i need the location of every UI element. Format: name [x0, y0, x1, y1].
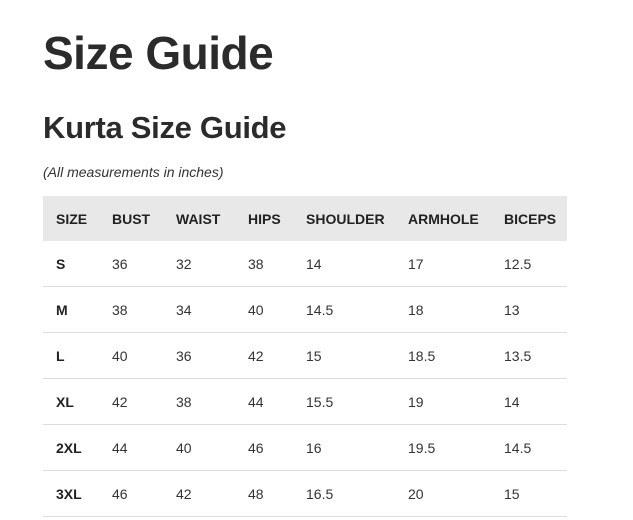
table-row: XL 42 38 44 15.5 19 14: [43, 378, 567, 425]
waist-cell: 34: [163, 286, 235, 333]
biceps-cell: 13.5: [491, 332, 567, 379]
hips-cell: 40: [235, 286, 293, 333]
armhole-cell: 19: [395, 378, 491, 425]
header-bust: BUST: [99, 196, 163, 241]
biceps-cell: 14: [491, 378, 567, 425]
bust-cell: 42: [99, 378, 163, 425]
shoulder-cell: 15: [293, 332, 395, 379]
size-cell: XL: [43, 378, 99, 425]
biceps-cell: 12.5: [491, 241, 567, 287]
shoulder-cell: 16: [293, 424, 395, 471]
header-size: SIZE: [43, 196, 99, 241]
hips-cell: 38: [235, 241, 293, 287]
shoulder-cell: 15.5: [293, 378, 395, 425]
size-cell: 2XL: [43, 424, 99, 471]
armhole-cell: 20: [395, 470, 491, 517]
armhole-cell: 18: [395, 286, 491, 333]
size-chart-table: SIZE BUST WAIST HIPS SHOULDER ARMHOLE BI…: [43, 196, 567, 517]
shoulder-cell: 14: [293, 241, 395, 287]
table-header-row: SIZE BUST WAIST HIPS SHOULDER ARMHOLE BI…: [43, 196, 567, 241]
armhole-cell: 19.5: [395, 424, 491, 471]
waist-cell: 32: [163, 241, 235, 287]
bust-cell: 46: [99, 470, 163, 517]
bust-cell: 38: [99, 286, 163, 333]
bust-cell: 40: [99, 332, 163, 379]
hips-cell: 48: [235, 470, 293, 517]
hips-cell: 44: [235, 378, 293, 425]
table-row: M 38 34 40 14.5 18 13: [43, 286, 567, 333]
measurement-note: (All measurements in inches): [43, 164, 224, 180]
table-row: S 36 32 38 14 17 12.5: [43, 241, 567, 287]
armhole-cell: 17: [395, 241, 491, 287]
bust-cell: 36: [99, 241, 163, 287]
waist-cell: 42: [163, 470, 235, 517]
size-cell: 3XL: [43, 470, 99, 517]
waist-cell: 38: [163, 378, 235, 425]
header-waist: WAIST: [163, 196, 235, 241]
size-cell: S: [43, 241, 99, 287]
page-title: Size Guide: [43, 27, 274, 79]
table-row: L 40 36 42 15 18.5 13.5: [43, 332, 567, 379]
biceps-cell: 14.5: [491, 424, 567, 471]
size-cell: M: [43, 286, 99, 333]
size-cell: L: [43, 332, 99, 379]
waist-cell: 36: [163, 332, 235, 379]
biceps-cell: 15: [491, 470, 567, 517]
header-biceps: BICEPS: [491, 196, 567, 241]
header-shoulder: SHOULDER: [293, 196, 395, 241]
waist-cell: 40: [163, 424, 235, 471]
section-title: Kurta Size Guide: [43, 110, 287, 145]
header-hips: HIPS: [235, 196, 293, 241]
shoulder-cell: 14.5: [293, 286, 395, 333]
bust-cell: 44: [99, 424, 163, 471]
biceps-cell: 13: [491, 286, 567, 333]
hips-cell: 46: [235, 424, 293, 471]
table-row: 3XL 46 42 48 16.5 20 15: [43, 470, 567, 517]
shoulder-cell: 16.5: [293, 470, 395, 517]
hips-cell: 42: [235, 332, 293, 379]
table-row: 2XL 44 40 46 16 19.5 14.5: [43, 424, 567, 471]
header-armhole: ARMHOLE: [395, 196, 491, 241]
armhole-cell: 18.5: [395, 332, 491, 379]
